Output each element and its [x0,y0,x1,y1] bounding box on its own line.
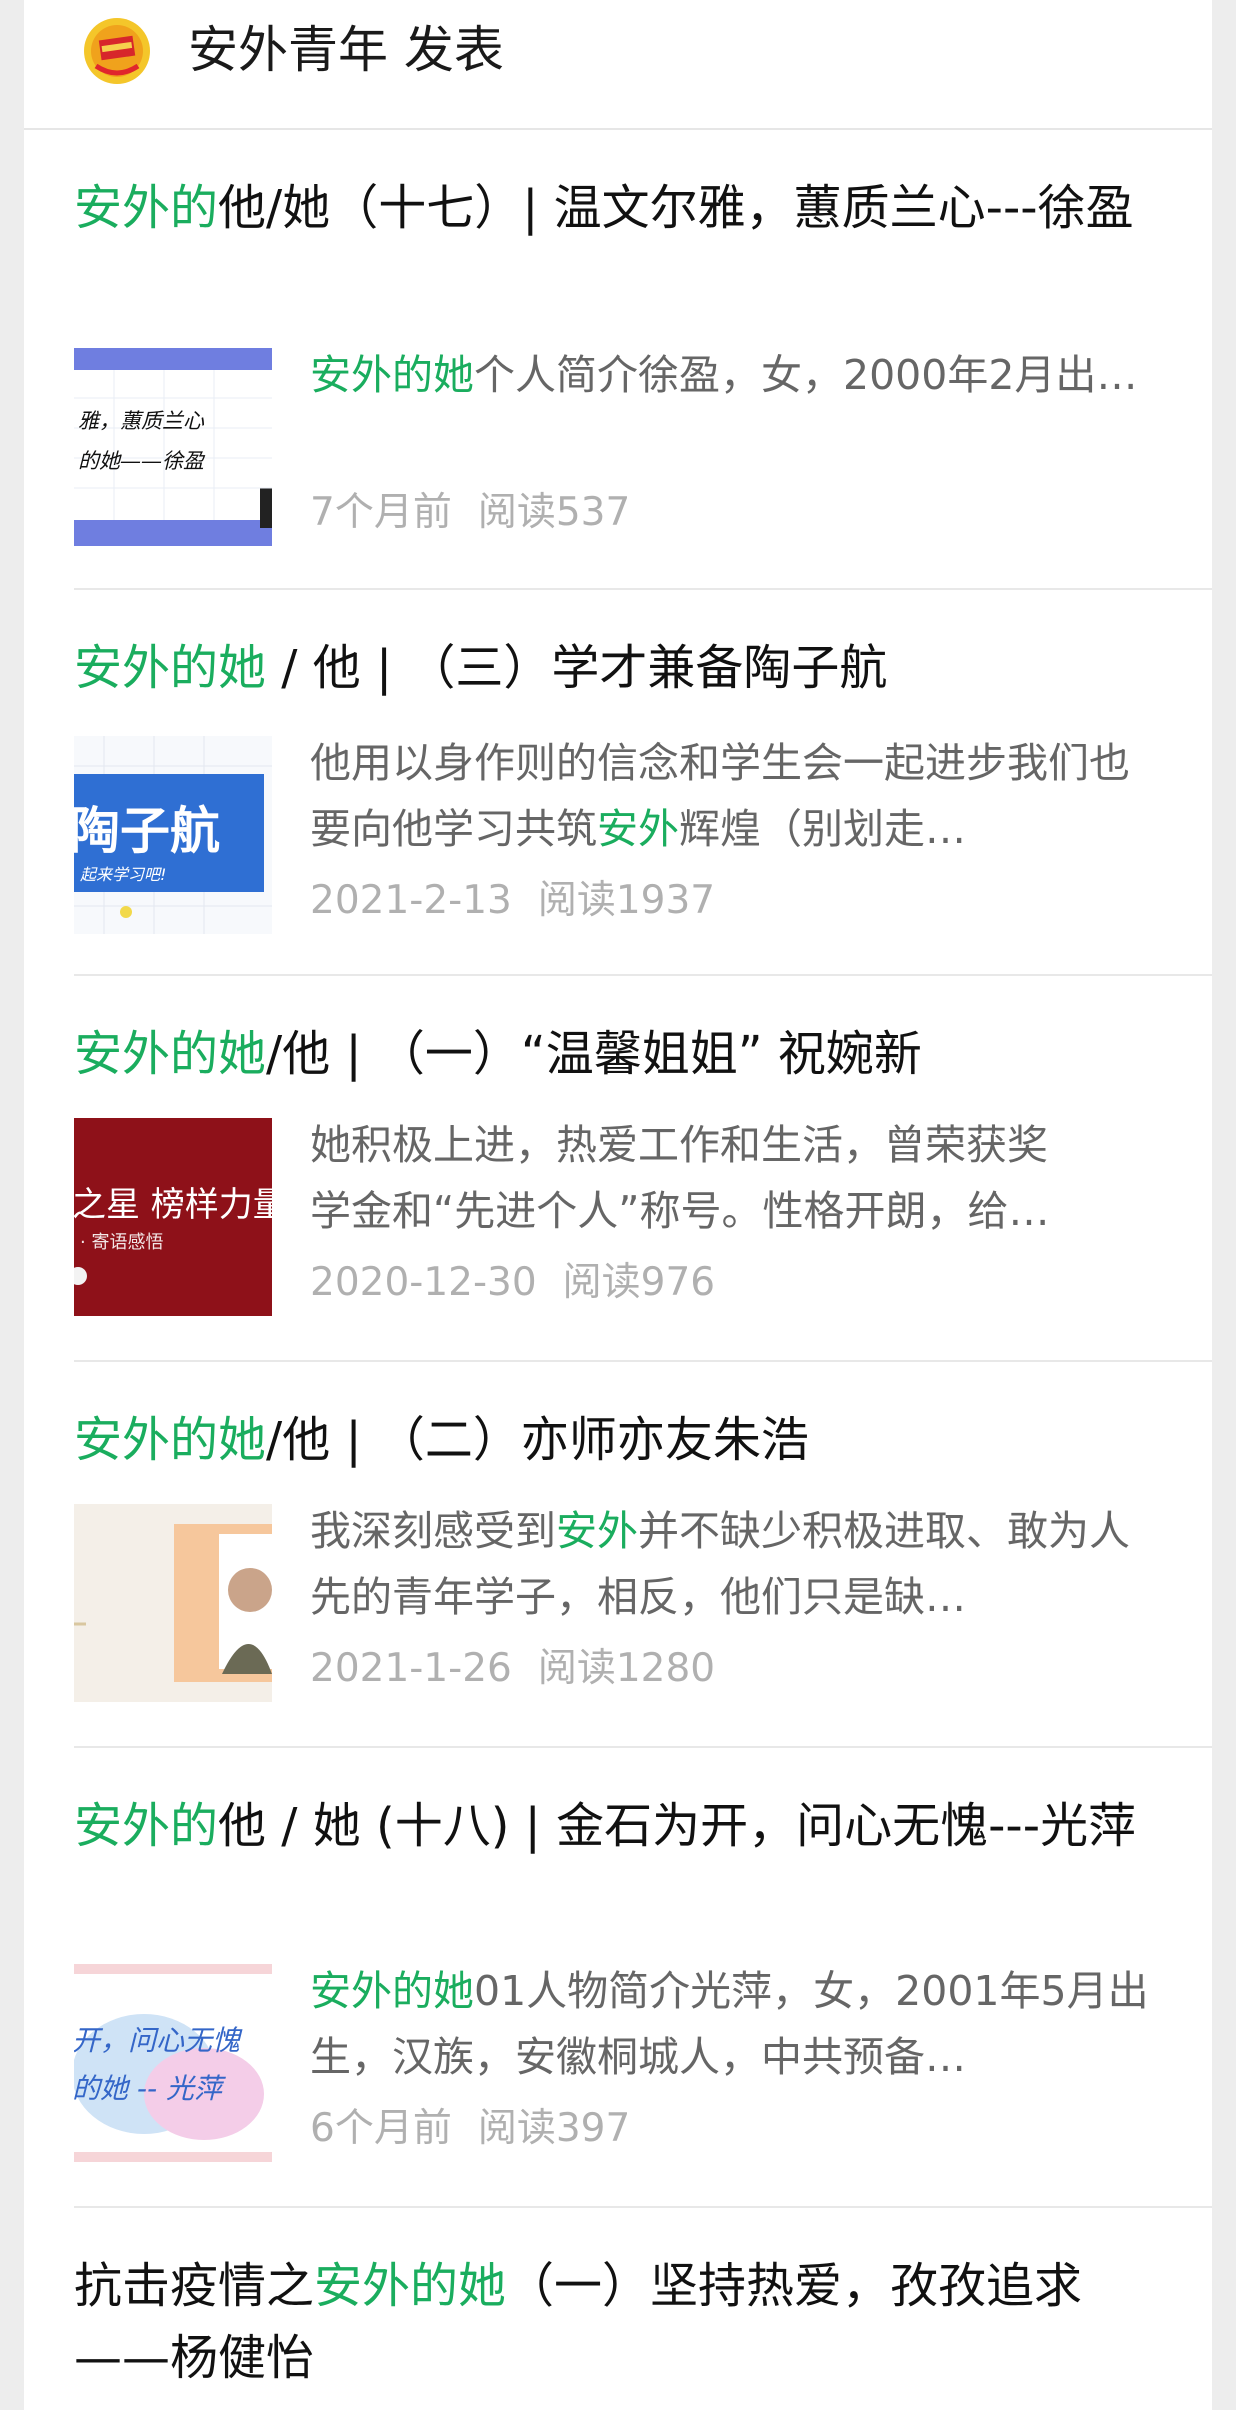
account-header: 安外青年 发表 [24,0,1212,130]
publish-time: 6个月前 [310,2106,452,2151]
article-title[interactable]: 安外的她/他 | （一）“温馨姐姐” 祝婉新 [74,1018,1174,1090]
article-list-page: 安外青年 发表 安外的他/她（十七）| 温文尔雅，蕙质兰心---徐盈 雅，蕙质兰… [24,0,1212,2410]
title-text: 他/她（十七）| 温文尔雅，蕙质兰心---徐盈 [218,180,1134,236]
article-summary: 安外的她个人简介徐盈，女，2000年2月出生，汉族，安徽淮北人，中共预备党… [310,342,1170,482]
article-thumbnail[interactable] [74,1504,272,1702]
article-thumbnail[interactable]: 雅，蕙质兰心 的她——徐盈 [74,348,272,546]
read-count: 阅读537 [477,490,631,535]
article-summary: 她积极上进，热爱工作和生活，曾荣获奖 学金和“先进个人”称号。性格开朗，给… [310,1112,1170,1252]
thumb-caption: 的她——徐盈 [78,449,206,473]
article-meta: 2021-2-13 阅读1937 [310,876,715,926]
article-summary: 他用以身作则的信念和学生会一起进步我们也要向他学习共筑安外辉煌（别划走… [310,730,1170,870]
article-summary: 我深刻感受到安外并不缺少积极进取、敢为人先的青年学子，相反，他们只是缺… [310,1498,1170,1638]
thumb-caption: 开，问心无愧 [74,2024,243,2057]
summary-text: 我深刻感受到 [310,1507,556,1555]
article-meta: 2020-12-30 阅读976 [310,1258,715,1308]
article-item[interactable]: 安外的她/他 | （一）“温馨姐姐” 祝婉新 之星 榜样力量 · 寄语感悟 她积… [74,976,1212,1362]
title-text: /他 | （二）亦师亦友朱浩 [266,1412,809,1468]
article-item[interactable]: 抗击疫情之安外的她（一）坚持热爱，孜孜追求——杨健怡 [74,2208,1212,2410]
title-text: 抗击疫情之 [74,2258,315,2314]
thumb-caption: 陶子航 [74,802,220,860]
read-count: 阅读1937 [537,878,716,923]
title-highlight: 安外的 [74,1798,219,1854]
article-item[interactable]: 安外的他 / 她 (十八) | 金石为开，问心无愧---光萍 开，问心无愧 的她… [74,1748,1212,2208]
title-text: / 他 | （三）学才兼备陶子航 [266,640,888,696]
thumb-caption: 的她 -- 光萍 [74,2072,226,2105]
account-title: 安外青年 发表 [188,21,504,79]
publish-time: 2021-1-26 [310,1646,512,1691]
summary-highlight: 安外的她 [310,1967,474,2015]
thumb-caption: 雅，蕙质兰心 [78,409,205,433]
title-highlight: 安外的 [74,180,219,236]
read-count: 阅读976 [562,1260,716,1305]
summary-highlight: 安外的她 [310,351,474,399]
article-thumbnail[interactable]: 之星 榜样力量 · 寄语感悟 [74,1118,272,1316]
article-summary: 安外的她01人物简介光萍，女，2001年5月出生，汉族，安徽桐城人，中共预备… [310,1958,1170,2098]
summary-highlight: 安外 [597,805,679,853]
read-count: 阅读1280 [537,1646,716,1691]
article-meta: 6个月前 阅读397 [310,2104,630,2154]
summary-text: 个人简介徐盈，女，2000年2月出生，汉族，安徽淮北人，中共预备党… [474,351,1170,399]
thumb-caption: 之星 榜样力量 [74,1185,272,1225]
article-item[interactable]: 安外的她 / 他 | （三）学才兼备陶子航 陶子航 起来学习吧! 他用以身作则的… [74,590,1212,976]
summary-text: 学金和“先进个人”称号。性格开朗，给… [310,1187,1050,1235]
summary-text: 她积极上进，热爱工作和生活，曾荣获奖 [310,1121,1048,1169]
article-item[interactable]: 安外的他/她（十七）| 温文尔雅，蕙质兰心---徐盈 雅，蕙质兰心 的她——徐盈… [74,130,1212,590]
article-thumbnail[interactable]: 陶子航 起来学习吧! [74,736,272,934]
title-highlight: 安外的她 [74,640,267,696]
read-count: 阅读397 [477,2106,631,2151]
article-item[interactable]: 安外的她/他 | （二）亦师亦友朱浩 我深刻感受到安外并不缺少积极进取、敢为人先… [74,1362,1212,1748]
title-text: 他 / 她 (十八) | 金石为开，问心无愧---光萍 [218,1798,1137,1854]
article-thumbnail[interactable]: 开，问心无愧 的她 -- 光萍 [74,1964,272,2162]
title-highlight: 安外的她 [314,2258,507,2314]
article-title[interactable]: 安外的她/他 | （二）亦师亦友朱浩 [74,1404,1174,1476]
title-highlight: 安外的她 [74,1026,267,1082]
publish-time: 2021-2-13 [310,878,512,923]
summary-text: 辉煌（别划走… [679,805,966,853]
thumb-caption: 起来学习吧! [80,865,166,884]
article-title[interactable]: 抗击疫情之安外的她（一）坚持热爱，孜孜追求——杨健怡 [74,2250,1174,2394]
thumb-caption: · 寄语感悟 [80,1232,163,1253]
article-meta: 7个月前 阅读537 [310,488,630,538]
article-title[interactable]: 安外的她 / 他 | （三）学才兼备陶子航 [74,632,1174,704]
article-title[interactable]: 安外的他/她（十七）| 温文尔雅，蕙质兰心---徐盈 [74,172,1174,244]
publish-time: 7个月前 [310,490,452,535]
title-text: /他 | （一）“温馨姐姐” 祝婉新 [266,1026,922,1082]
article-meta: 2021-1-26 阅读1280 [310,1644,715,1694]
title-highlight: 安外的她 [74,1412,267,1468]
summary-highlight: 安外 [556,1507,638,1555]
article-title[interactable]: 安外的他 / 她 (十八) | 金石为开，问心无愧---光萍 [74,1790,1174,1862]
publish-time: 2020-12-30 [310,1260,537,1305]
youth-league-emblem-icon [84,18,150,84]
